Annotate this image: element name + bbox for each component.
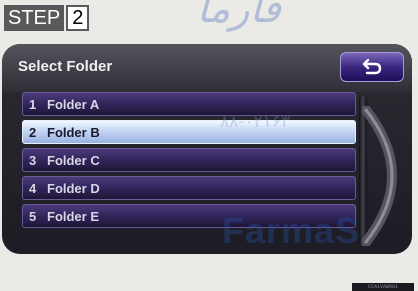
- folder-item-a[interactable]: 1 Folder A: [22, 92, 356, 116]
- folder-label: Folder C: [47, 152, 100, 168]
- folder-number: 3: [29, 152, 37, 168]
- folder-label: Folder D: [47, 180, 100, 196]
- step-label: STEP: [4, 5, 65, 31]
- step-badge: STEP 2: [4, 5, 90, 31]
- folder-number: 1: [29, 96, 37, 112]
- figure-code: CCA1VAB001: [352, 283, 414, 291]
- screen-header: Select Folder: [2, 44, 412, 92]
- return-arrow-icon: [362, 59, 382, 75]
- screen-title: Select Folder: [18, 58, 113, 75]
- folder-item-d[interactable]: 4 Folder D: [22, 176, 356, 200]
- step-number: 2: [66, 5, 90, 31]
- watermark-brand: FarmaS: [222, 210, 361, 251]
- folder-label: Folder B: [47, 124, 100, 140]
- watermark-top: فارما: [193, 0, 291, 32]
- folder-label: Folder A: [47, 96, 100, 112]
- folder-item-c[interactable]: 3 Folder C: [22, 148, 356, 172]
- watermark-phone: ٠٢١-٨٨۶٣: [220, 112, 291, 132]
- back-button[interactable]: [340, 52, 404, 82]
- scroll-dial[interactable]: [362, 106, 412, 246]
- folder-number: 2: [29, 124, 37, 140]
- folder-label: Folder E: [47, 208, 100, 224]
- folder-item-b[interactable]: 2 Folder B: [22, 120, 356, 144]
- folder-number: 4: [29, 180, 37, 196]
- folder-number: 5: [29, 208, 37, 224]
